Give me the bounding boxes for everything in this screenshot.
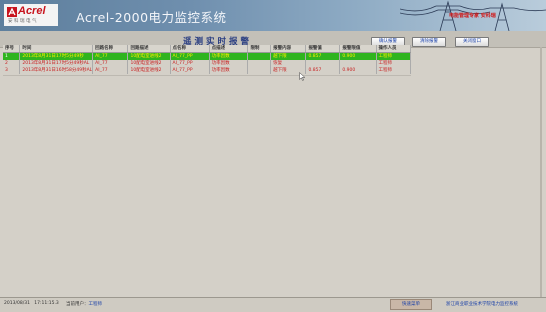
column-header[interactable]: 序号 [3, 45, 21, 53]
table-header-row: 序号 时间 回路名称 回路描述 点名称 点描述 限制 报警内容 报警值 报警限值… [3, 45, 412, 53]
table-row[interactable]: 2 2013年8月31日17时5分49秒AL AI_77 10配电室进线2 AI… [3, 60, 412, 67]
status-user: 当前用户：工程师 [66, 301, 102, 307]
organization-name: 浙江商业职业技术学院电力监控系统 [446, 302, 518, 307]
cell-time: 2013年8月31日17时5分49秒 [19, 52, 94, 60]
column-header[interactable]: 时间 [19, 45, 94, 53]
acrel-logo-icon [7, 7, 17, 17]
table-bottom-divider [3, 75, 411, 76]
column-header[interactable]: 操作人员 [376, 45, 412, 53]
status-date: 2013/08/31 [4, 301, 30, 306]
quick-menu-button[interactable]: 快速菜单 [390, 299, 432, 310]
alarm-table: 序号 时间 回路名称 回路描述 点名称 点描述 限制 报警内容 报警值 报警限值… [3, 45, 412, 74]
column-header[interactable]: 报警值 [305, 45, 341, 53]
column-header[interactable]: 回路名称 [92, 45, 129, 53]
logo-text: Acrel [18, 5, 46, 17]
status-datetime: 2013/08/31 17:11:15.3 [4, 301, 59, 306]
cell-point-desc: 功率因数 [209, 67, 249, 74]
cell-time: 2013年8月31日17时5分49秒AL [19, 60, 94, 67]
close-window-button[interactable]: 关闭窗口 [455, 37, 489, 47]
cell-loop-desc: 10配电室进线2 [127, 52, 171, 60]
cell-operator: 工程师 [376, 67, 412, 74]
cell-value: 0.857 [305, 52, 341, 60]
cell-content: 恢复 [270, 60, 307, 67]
cell-point: AI_77_PP [170, 52, 210, 60]
cell-operator: 工程师 [376, 60, 412, 67]
mouse-cursor-icon [299, 72, 306, 81]
cell-time: 2013年8月31日16时58分49秒AL [19, 67, 94, 74]
column-header[interactable]: 回路描述 [127, 45, 171, 53]
company-logo: Acrel 安科瑞电气 [4, 4, 58, 26]
cell-loop-desc: 10配电室进线2 [127, 60, 171, 67]
cell-limit [247, 60, 272, 67]
column-header[interactable]: 报警内容 [270, 45, 307, 53]
status-time: 17:11:15.3 [34, 301, 59, 306]
column-header[interactable]: 点描述 [209, 45, 249, 53]
cell-content: 越下限 [270, 52, 307, 60]
table-row[interactable]: 3 2013年8月31日16时58分49秒AL AI_77 10配电室进线2 A… [3, 67, 412, 74]
tagline: 电能管理专家 安科瑞 [449, 13, 496, 19]
cell-limit-value: 0.900 [339, 67, 377, 74]
cell-limit-value [339, 60, 377, 67]
cell-point-desc: 功率因数 [209, 52, 249, 60]
cell-point: AI_77_PP [170, 60, 210, 67]
cell-loop: AI_77 [92, 60, 129, 67]
cell-limit [247, 52, 272, 60]
cell-limit [247, 67, 272, 74]
cell-value [305, 60, 341, 67]
cell-loop: AI_77 [92, 52, 129, 60]
cell-index: 1 [3, 52, 21, 60]
status-user-name: 工程师 [88, 302, 103, 307]
cell-limit-value: 0.900 [339, 52, 377, 60]
right-panel-border [540, 47, 542, 297]
title-banner: Acrel 安科瑞电气 Acrel-2000电力监控系统 电能管理专家 安科瑞 [0, 0, 546, 31]
logo-subtitle: 安科瑞电气 [8, 19, 38, 24]
cell-index: 2 [3, 60, 21, 67]
column-header[interactable]: 报警限值 [339, 45, 377, 53]
table-row-selected[interactable]: 1 2013年8月31日17时5分49秒 AI_77 10配电室进线2 AI_7… [3, 52, 412, 60]
cell-loop: AI_77 [92, 67, 129, 74]
column-header[interactable]: 限制 [247, 45, 272, 53]
cell-index: 3 [3, 67, 21, 74]
column-header[interactable]: 点名称 [170, 45, 210, 53]
app-title: Acrel-2000电力监控系统 [76, 10, 227, 25]
cell-value: 0.857 [305, 67, 341, 74]
cell-point: AI_77_PP [170, 67, 210, 74]
cell-point-desc: 功率因数 [209, 60, 249, 67]
cell-operator: 工程师 [376, 52, 412, 60]
cell-loop-desc: 10配电室进线2 [127, 67, 171, 74]
status-user-prefix: 当前用户： [66, 302, 89, 307]
clear-alarm-button[interactable]: 清除报警 [412, 37, 446, 47]
